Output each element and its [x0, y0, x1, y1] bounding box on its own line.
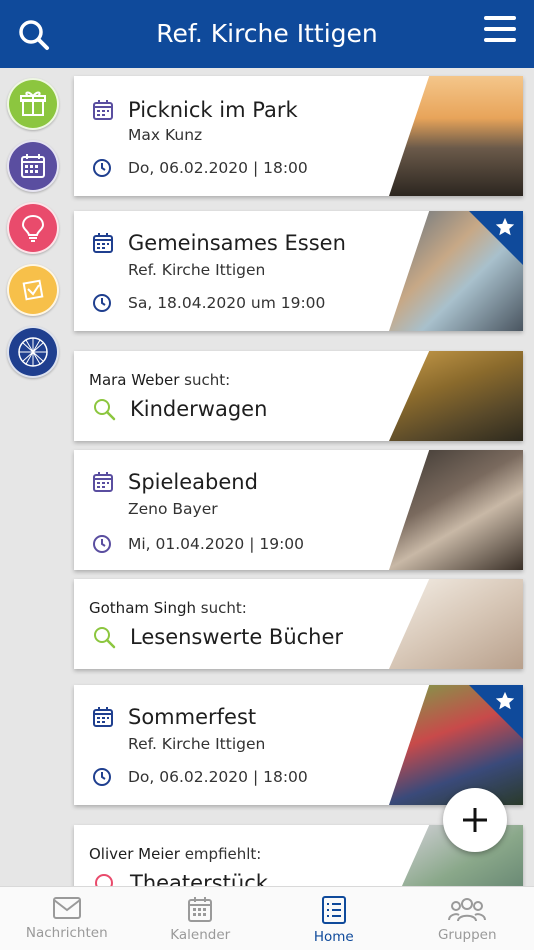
search-title: Kinderwagen	[130, 397, 268, 421]
event-title: Sommerfest	[128, 705, 257, 729]
list-icon	[321, 896, 346, 924]
menu-button[interactable]	[484, 16, 516, 44]
event-card[interactable]: Gemeinsames Essen Ref. Kirche Ittigen Sa…	[74, 211, 523, 331]
plus-icon	[463, 808, 487, 832]
add-button[interactable]	[443, 788, 507, 852]
event-title: Spieleabend	[128, 470, 258, 494]
tab-label: Gruppen	[437, 927, 497, 943]
event-organizer: Zeno Bayer	[128, 500, 218, 518]
search-photo	[389, 351, 523, 441]
home-feed: Picknick im Park Max Kunz Do, 06.02.2020…	[0, 68, 534, 886]
event-title: Picknick im Park	[128, 98, 298, 122]
clock-icon	[93, 535, 111, 553]
event-datetime: Sa, 18.04.2020 um 19:00	[128, 294, 326, 312]
tab-label: Nachrichten	[25, 925, 108, 941]
post-verb: empfiehlt:	[184, 845, 262, 863]
event-card[interactable]: Spieleabend Zeno Bayer Mi, 01.04.2020 | …	[74, 450, 523, 570]
star-icon	[495, 691, 515, 710]
event-datetime: Do, 06.02.2020 | 18:00	[128, 159, 308, 177]
tab-kalender[interactable]: Kalender	[134, 887, 268, 950]
event-photo	[389, 450, 523, 570]
event-organizer: Ref. Kirche Ittigen	[128, 735, 266, 753]
event-organizer: Max Kunz	[128, 126, 203, 144]
theater-icon	[95, 874, 113, 886]
calendar-icon	[188, 897, 213, 922]
tab-home[interactable]: Home	[267, 887, 401, 950]
envelope-icon	[52, 897, 81, 919]
app-title: Ref. Kirche Ittigen	[156, 19, 378, 48]
tab-label: Kalender	[170, 927, 231, 943]
magnifier-icon	[94, 627, 116, 649]
calendar-icon	[93, 233, 113, 253]
event-photo	[389, 76, 523, 196]
recommend-title: Theaterstück	[130, 871, 268, 886]
calendar-icon	[93, 472, 113, 492]
event-title: Gemeinsames Essen	[128, 231, 346, 255]
app-header: Ref. Kirche Ittigen	[0, 0, 534, 68]
search-card[interactable]: Mara Weber sucht: Kinderwagen	[74, 351, 523, 441]
bottom-tab-bar: Nachrichten Kalender Home Gruppen	[0, 886, 534, 950]
calendar-icon	[93, 100, 113, 120]
search-photo	[389, 579, 523, 669]
calendar-icon	[93, 707, 113, 727]
event-card[interactable]: Picknick im Park Max Kunz Do, 06.02.2020…	[74, 76, 523, 196]
tab-gruppen[interactable]: Gruppen	[401, 887, 534, 950]
event-datetime: Do, 06.02.2020 | 18:00	[128, 768, 308, 786]
tab-label: Home	[313, 929, 354, 945]
person-name: Oliver Meier	[89, 845, 180, 863]
magnifier-icon	[94, 399, 116, 421]
search-card[interactable]: Gotham Singh sucht: Lesenswerte Bücher	[74, 579, 523, 669]
clock-icon	[93, 294, 111, 312]
tab-nachrichten[interactable]: Nachrichten	[0, 887, 134, 950]
person-name: Gotham Singh	[89, 599, 196, 617]
person-name: Mara Weber	[89, 371, 180, 389]
post-verb: sucht:	[184, 371, 231, 389]
event-organizer: Ref. Kirche Ittigen	[128, 261, 266, 279]
clock-icon	[93, 768, 111, 786]
clock-icon	[93, 159, 111, 177]
event-datetime: Mi, 01.04.2020 | 19:00	[128, 535, 305, 553]
event-card[interactable]: Sommerfest Ref. Kirche Ittigen Do, 06.02…	[74, 685, 523, 805]
star-icon	[495, 217, 515, 236]
post-verb: sucht:	[200, 599, 247, 617]
hamburger-menu-icon	[484, 16, 516, 42]
search-title: Lesenswerte Bücher	[130, 625, 344, 649]
group-icon	[448, 898, 487, 922]
